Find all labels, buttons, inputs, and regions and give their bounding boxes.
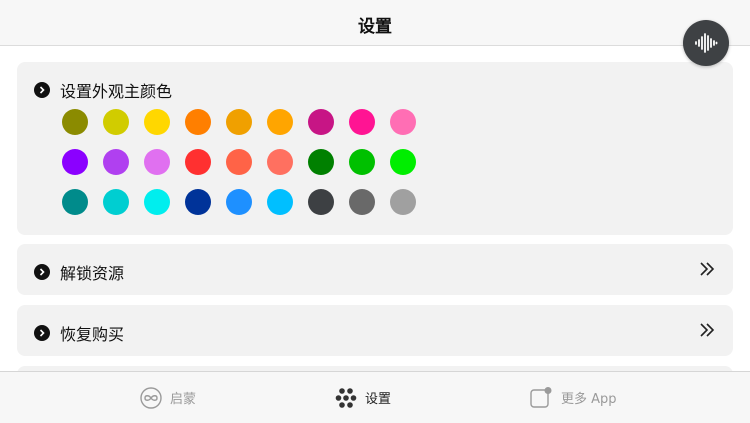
chevron-right-circle-icon: [34, 264, 50, 280]
color-swatch[interactable]: [185, 109, 211, 135]
color-swatch[interactable]: [349, 189, 375, 215]
color-swatch[interactable]: [226, 189, 252, 215]
double-chevron-right-icon: [700, 323, 715, 337]
restore-purchase-row[interactable]: 恢复购买: [17, 305, 733, 356]
infinity-icon: [140, 386, 162, 409]
color-swatch[interactable]: [349, 149, 375, 175]
tab-enlightenment[interactable]: 启蒙: [140, 372, 196, 423]
tab-label: 更多 App: [561, 392, 617, 407]
color-swatch[interactable]: [226, 109, 252, 135]
color-swatch[interactable]: [185, 189, 211, 215]
color-swatch[interactable]: [390, 109, 416, 135]
app-badge-icon: [530, 386, 552, 408]
color-swatch[interactable]: [267, 189, 293, 215]
color-swatch-grid: [62, 109, 416, 215]
tab-more-apps[interactable]: 更多 App: [529, 372, 617, 423]
navigation-bar: 设置: [0, 0, 750, 46]
unlock-row-header: 解锁资源: [34, 260, 124, 284]
dots-cluster-icon: [335, 387, 357, 408]
color-swatch[interactable]: [62, 149, 88, 175]
unlock-resources-row[interactable]: 解锁资源: [17, 244, 733, 295]
color-swatch[interactable]: [144, 149, 170, 175]
color-swatch[interactable]: [103, 149, 129, 175]
color-swatch[interactable]: [308, 109, 334, 135]
tab-bar: 启蒙 设置 更多 App: [0, 371, 750, 423]
page-title: 设置: [358, 17, 392, 37]
tab-label: 设置: [365, 392, 392, 407]
color-swatch[interactable]: [349, 109, 375, 135]
color-swatch[interactable]: [390, 189, 416, 215]
chevron-right-circle-icon: [34, 82, 50, 98]
color-swatch[interactable]: [390, 149, 416, 175]
color-swatch[interactable]: [62, 189, 88, 215]
restore-row-header: 恢复购买: [34, 321, 124, 345]
color-swatch[interactable]: [103, 189, 129, 215]
sound-wave-icon: [695, 33, 718, 53]
tab-settings[interactable]: 设置: [335, 372, 391, 423]
color-swatch[interactable]: [62, 109, 88, 135]
restore-label: 恢复购买: [60, 325, 125, 344]
tab-label: 启蒙: [170, 392, 197, 407]
color-swatch[interactable]: [185, 149, 211, 175]
color-swatch[interactable]: [308, 189, 334, 215]
double-chevron-right-icon: [700, 262, 715, 276]
floating-action-button[interactable]: [683, 20, 729, 66]
appearance-label: 设置外观主颜色: [60, 82, 173, 101]
color-swatch[interactable]: [308, 149, 334, 175]
unlock-label: 解锁资源: [60, 264, 125, 283]
color-swatch[interactable]: [267, 149, 293, 175]
chevron-right-circle-icon: [34, 325, 50, 341]
appearance-section-header: 设置外观主颜色: [34, 78, 172, 102]
color-swatch[interactable]: [267, 109, 293, 135]
color-swatch[interactable]: [103, 109, 129, 135]
color-swatch[interactable]: [226, 149, 252, 175]
color-swatch[interactable]: [144, 109, 170, 135]
color-swatch[interactable]: [144, 189, 170, 215]
appearance-color-card: 设置外观主颜色: [17, 62, 733, 235]
